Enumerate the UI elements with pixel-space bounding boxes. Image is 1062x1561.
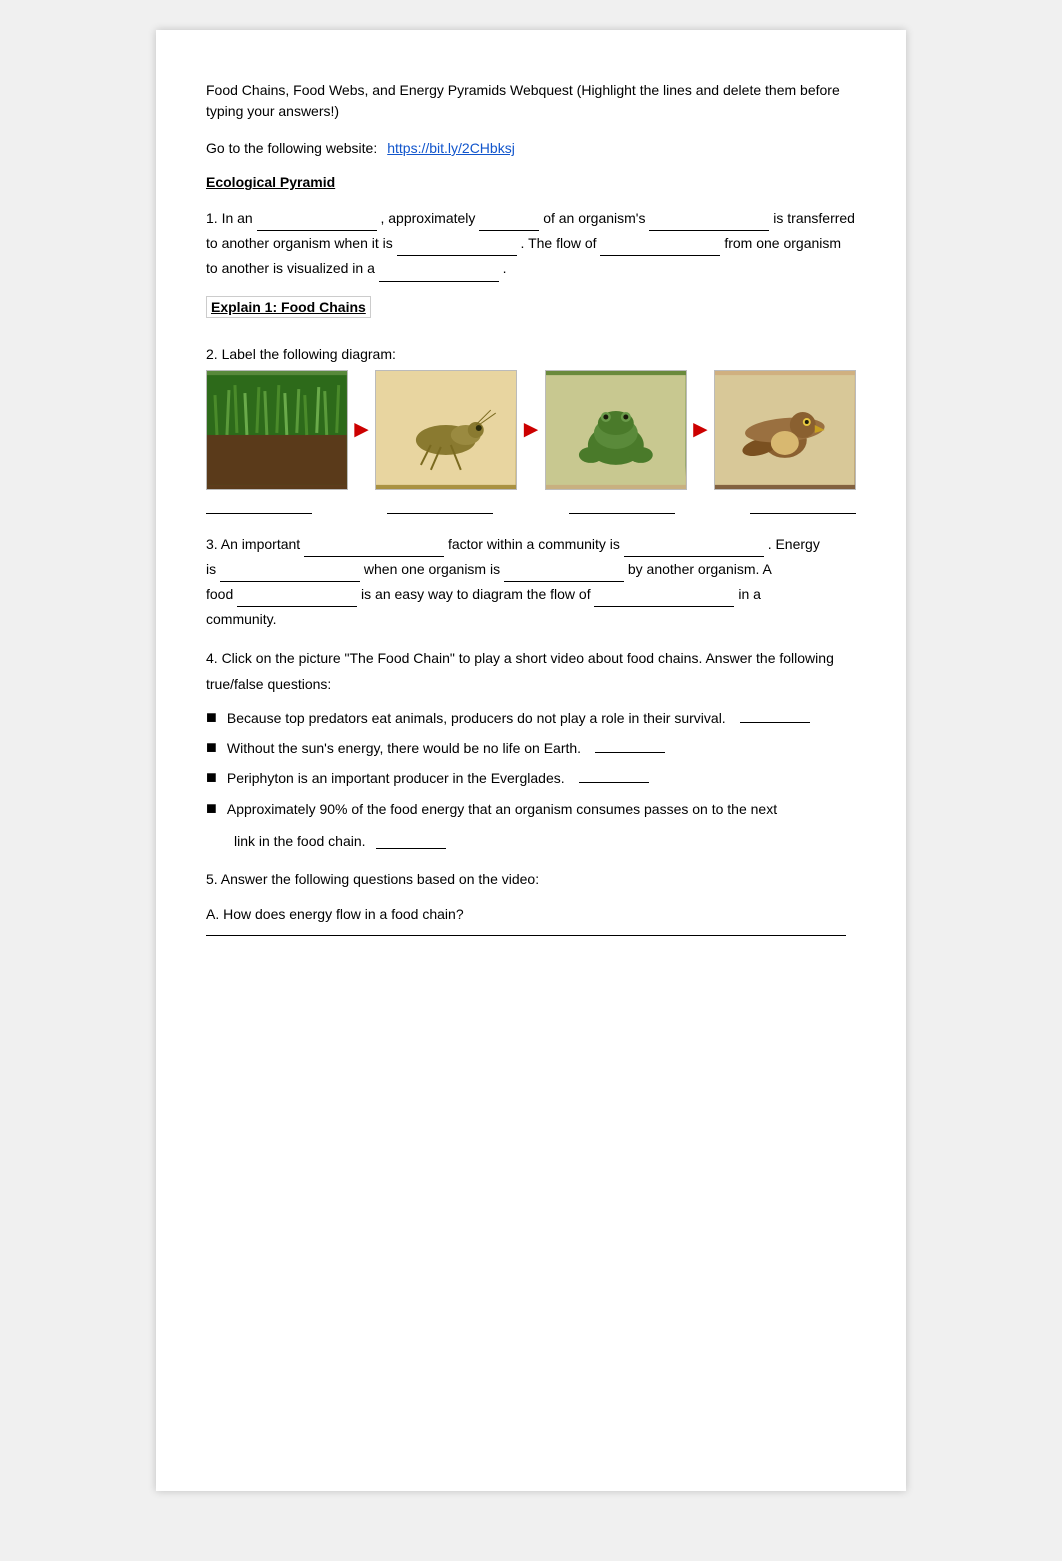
label-blank-1	[206, 498, 312, 514]
website-label: Go to the following website:	[206, 140, 377, 156]
blank-1c	[649, 215, 769, 231]
bullet-char-1: ■	[206, 707, 217, 729]
bullet-item-4: ■ Approximately 90% of the food energy t…	[206, 798, 856, 853]
blank-3b	[624, 541, 764, 557]
bullet-char-3: ■	[206, 767, 217, 789]
q1-text: 1. In an	[206, 210, 253, 226]
q4-intro: 4. Click on the picture "The Food Chain"…	[206, 646, 856, 696]
q3-line3-mid: is an easy way to diagram the flow of	[361, 586, 591, 602]
q1-part4: . The flow of	[521, 235, 597, 251]
question-3: 3. An important factor within a communit…	[206, 532, 856, 633]
blank-3e	[237, 591, 357, 607]
bullet-char-4: ■	[206, 798, 217, 820]
q1-part1: , approximately	[380, 210, 475, 226]
blank-1a	[257, 215, 377, 231]
explain1-heading: Explain 1: Food Chains	[206, 296, 371, 318]
bullet-item-2: ■ Without the sun's energy, there would …	[206, 737, 856, 759]
q3-line2-start: is	[206, 561, 216, 577]
blank-1b	[479, 215, 539, 231]
label-blank-2	[387, 498, 493, 514]
diagram-section: 2. Label the following diagram:	[206, 346, 856, 514]
q3-line2-end: by another organism. A	[628, 561, 772, 577]
website-link[interactable]: https://bit.ly/2CHbksj	[387, 140, 515, 156]
q3-line2-mid: when one organism is	[364, 561, 500, 577]
diagram-image-frog	[545, 370, 687, 490]
bullet-char-2: ■	[206, 737, 217, 759]
arrow-2: ►	[519, 416, 543, 444]
question-1: 1. In an , approximately of an organism'…	[206, 206, 856, 282]
q5-intro: 5. Answer the following questions based …	[206, 867, 856, 892]
page: Food Chains, Food Webs, and Energy Pyram…	[156, 30, 906, 1491]
diagram-image-grasshopper	[375, 370, 517, 490]
bullet-text-3: Periphyton is an important producer in t…	[227, 767, 565, 789]
q3-line4: community.	[206, 611, 277, 627]
label-blank-4	[750, 498, 856, 514]
bullet-continuation-4: link in the food chain.	[234, 830, 366, 852]
q3-line1-end: . Energy	[768, 536, 820, 552]
q1-part2: of an organism's	[543, 210, 645, 226]
blank-4a	[740, 707, 810, 723]
q5-sub-a: A. How does energy flow in a food chain?	[206, 902, 856, 927]
bullet-text-1: Because top predators eat animals, produ…	[227, 707, 726, 729]
diagram-image-grass	[206, 370, 348, 490]
q3-line3-end: in a	[738, 586, 761, 602]
q3-line1-mid: factor within a community is	[448, 536, 620, 552]
blank-4b	[595, 737, 665, 753]
blank-1f	[379, 266, 499, 282]
q3-line3-start: food	[206, 586, 233, 602]
bullet-item-3: ■ Periphyton is an important producer in…	[206, 767, 856, 789]
blank-3c	[220, 566, 360, 582]
blank-3a	[304, 541, 444, 557]
q3-line1-start: 3. An important	[206, 536, 300, 552]
website-line: Go to the following website: https://bit…	[206, 140, 856, 156]
blank-4d	[376, 833, 446, 849]
blank-4c	[579, 767, 649, 783]
ecological-heading: Ecological Pyramid	[206, 174, 856, 190]
question-5: 5. Answer the following questions based …	[206, 867, 856, 936]
question-4: 4. Click on the picture "The Food Chain"…	[206, 646, 856, 852]
blank-1d	[397, 240, 517, 256]
diagram-container: ► ►	[206, 370, 856, 490]
q1-end: .	[503, 260, 507, 276]
bullet-text-4: Approximately 90% of the food energy tha…	[227, 798, 777, 820]
blank-3f	[594, 591, 734, 607]
page-title: Food Chains, Food Webs, and Energy Pyram…	[206, 80, 856, 122]
bullet-item-1: ■ Because top predators eat animals, pro…	[206, 707, 856, 729]
answer-line-a	[206, 935, 846, 936]
arrow-3: ►	[689, 416, 713, 444]
label-blank-3	[569, 498, 675, 514]
blank-3d	[504, 566, 624, 582]
blank-1e	[600, 240, 720, 256]
question-2-label: 2. Label the following diagram:	[206, 346, 856, 362]
diagram-image-hawk	[714, 370, 856, 490]
bullet-text-2: Without the sun's energy, there would be…	[227, 737, 581, 759]
diagram-labels-row	[206, 498, 856, 514]
arrow-1: ►	[350, 416, 374, 444]
q4-bullet-list: ■ Because top predators eat animals, pro…	[206, 707, 856, 853]
